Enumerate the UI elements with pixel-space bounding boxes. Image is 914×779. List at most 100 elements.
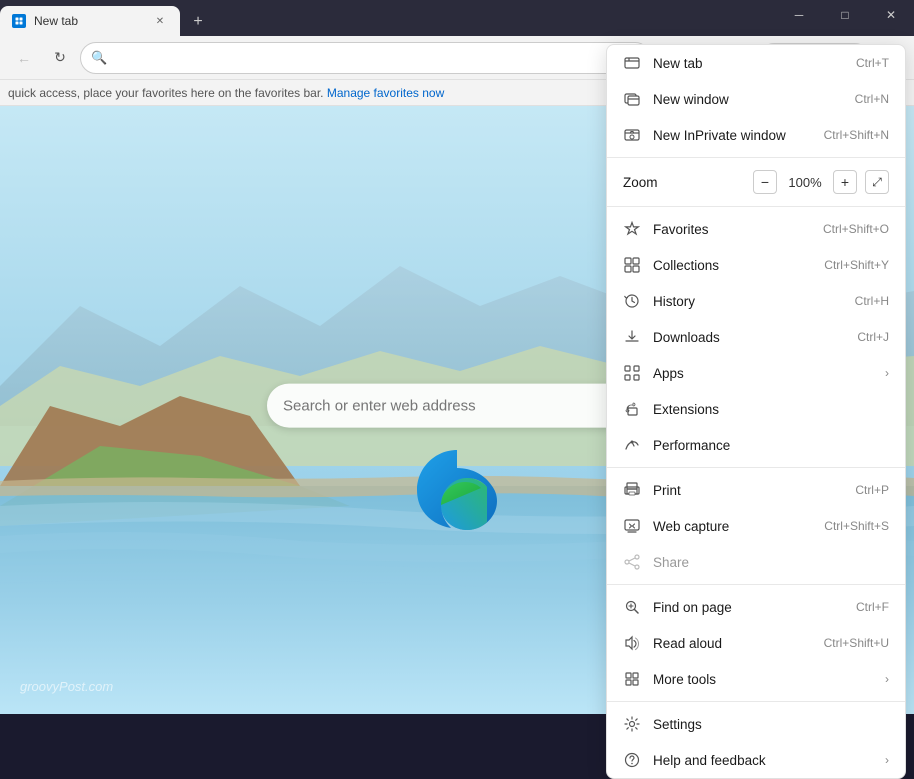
menu-item-read-aloud[interactable]: Read aloud Ctrl+Shift+U — [607, 625, 905, 661]
downloads-icon — [623, 328, 641, 346]
new-window-shortcut: Ctrl+N — [855, 92, 889, 106]
extensions-icon — [623, 400, 641, 418]
inprivate-label: New InPrivate window — [653, 128, 812, 143]
tab-favicon — [12, 14, 26, 28]
favorites-label: Favorites — [653, 222, 811, 237]
minimize-button[interactable]: ─ — [776, 0, 822, 30]
help-label: Help and feedback — [653, 753, 873, 768]
inprivate-icon — [623, 126, 641, 144]
menu-item-print[interactable]: Print Ctrl+P — [607, 472, 905, 508]
search-box[interactable] — [267, 384, 647, 428]
collections-icon — [623, 256, 641, 274]
active-tab[interactable]: New tab ✕ — [0, 6, 180, 36]
help-icon — [623, 751, 641, 769]
address-input[interactable] — [113, 50, 640, 65]
more-tools-arrow: › — [885, 672, 889, 686]
address-bar[interactable]: 🔍 — [80, 42, 651, 74]
share-label: Share — [653, 555, 889, 570]
history-label: History — [653, 294, 843, 309]
menu-divider-5 — [607, 701, 905, 702]
zoom-value: 100% — [785, 175, 825, 190]
menu-item-extensions[interactable]: Extensions — [607, 391, 905, 427]
new-window-icon — [623, 90, 641, 108]
find-on-page-icon — [623, 598, 641, 616]
menu-item-web-capture[interactable]: Web capture Ctrl+Shift+S — [607, 508, 905, 544]
menu-item-more-tools[interactable]: More tools › — [607, 661, 905, 697]
performance-label: Performance — [653, 438, 889, 453]
history-shortcut: Ctrl+H — [855, 294, 889, 308]
web-capture-shortcut: Ctrl+Shift+S — [824, 519, 889, 533]
more-tools-label: More tools — [653, 672, 873, 687]
menu-item-performance[interactable]: Performance — [607, 427, 905, 463]
apps-arrow: › — [885, 366, 889, 380]
menu-item-new-tab[interactable]: New tab Ctrl+T — [607, 45, 905, 81]
collections-label: Collections — [653, 258, 812, 273]
menu-item-history[interactable]: History Ctrl+H — [607, 283, 905, 319]
new-tab-label: New tab — [653, 56, 844, 71]
zoom-out-button[interactable]: − — [753, 170, 777, 194]
performance-icon — [623, 436, 641, 454]
more-tools-icon — [623, 670, 641, 688]
refresh-button[interactable]: ↻ — [44, 42, 76, 74]
tab-title: New tab — [34, 14, 144, 28]
menu-item-collections[interactable]: Collections Ctrl+Shift+Y — [607, 247, 905, 283]
menu-divider-2 — [607, 206, 905, 207]
back-icon: ← — [17, 50, 31, 66]
menu-item-favorites[interactable]: Favorites Ctrl+Shift+O — [607, 211, 905, 247]
back-button[interactable]: ← — [8, 42, 40, 74]
print-label: Print — [653, 483, 843, 498]
read-aloud-shortcut: Ctrl+Shift+U — [824, 636, 889, 650]
close-button[interactable]: ✕ — [868, 0, 914, 30]
title-bar: New tab ✕ + ─ □ ✕ — [0, 0, 914, 36]
read-aloud-icon — [623, 634, 641, 652]
zoom-control: Zoom − 100% + ⤢ — [607, 162, 905, 202]
refresh-icon: ↻ — [54, 49, 66, 66]
menu-item-share: Share — [607, 544, 905, 580]
new-tab-icon — [623, 54, 641, 72]
menu-item-settings[interactable]: Settings — [607, 706, 905, 742]
menu-item-inprivate[interactable]: New InPrivate window Ctrl+Shift+N — [607, 117, 905, 153]
address-search-icon: 🔍 — [91, 50, 107, 66]
favorites-icon — [623, 220, 641, 238]
menu-divider-4 — [607, 584, 905, 585]
apps-label: Apps — [653, 366, 873, 381]
downloads-shortcut: Ctrl+J — [857, 330, 889, 344]
settings-icon — [623, 715, 641, 733]
maximize-button[interactable]: □ — [822, 0, 868, 30]
extensions-label: Extensions — [653, 402, 889, 417]
menu-item-find-on-page[interactable]: Find on page Ctrl+F — [607, 589, 905, 625]
zoom-expand-button[interactable]: ⤢ — [865, 170, 889, 194]
menu-item-apps[interactable]: Apps › — [607, 355, 905, 391]
menu-divider-1 — [607, 157, 905, 158]
window-controls: ─ □ ✕ — [776, 0, 914, 30]
menu-item-help[interactable]: Help and feedback › — [607, 742, 905, 778]
share-icon — [623, 553, 641, 571]
search-input[interactable] — [283, 397, 631, 414]
find-on-page-shortcut: Ctrl+F — [856, 600, 889, 614]
zoom-in-button[interactable]: + — [833, 170, 857, 194]
new-tab-button[interactable]: + — [184, 8, 212, 36]
settings-label: Settings — [653, 717, 889, 732]
edge-logo — [407, 440, 507, 540]
tab-area: New tab ✕ + — [0, 0, 212, 36]
menu-divider-3 — [607, 467, 905, 468]
find-on-page-label: Find on page — [653, 600, 844, 615]
menu-item-downloads[interactable]: Downloads Ctrl+J — [607, 319, 905, 355]
help-arrow: › — [885, 753, 889, 767]
manage-favorites-link[interactable]: Manage favorites now — [327, 86, 444, 100]
web-capture-icon — [623, 517, 641, 535]
new-window-label: New window — [653, 92, 843, 107]
inprivate-shortcut: Ctrl+Shift+N — [824, 128, 889, 142]
history-icon — [623, 292, 641, 310]
zoom-label: Zoom — [623, 175, 745, 190]
print-shortcut: Ctrl+P — [855, 483, 889, 497]
dropdown-menu: New tab Ctrl+T New window Ctrl+N New InP… — [606, 44, 906, 779]
tab-close-btn[interactable]: ✕ — [152, 13, 168, 29]
collections-shortcut: Ctrl+Shift+Y — [824, 258, 889, 272]
menu-item-new-window[interactable]: New window Ctrl+N — [607, 81, 905, 117]
downloads-label: Downloads — [653, 330, 845, 345]
print-icon — [623, 481, 641, 499]
search-box-container — [267, 384, 647, 428]
favorites-shortcut: Ctrl+Shift+O — [823, 222, 889, 236]
read-aloud-label: Read aloud — [653, 636, 812, 651]
